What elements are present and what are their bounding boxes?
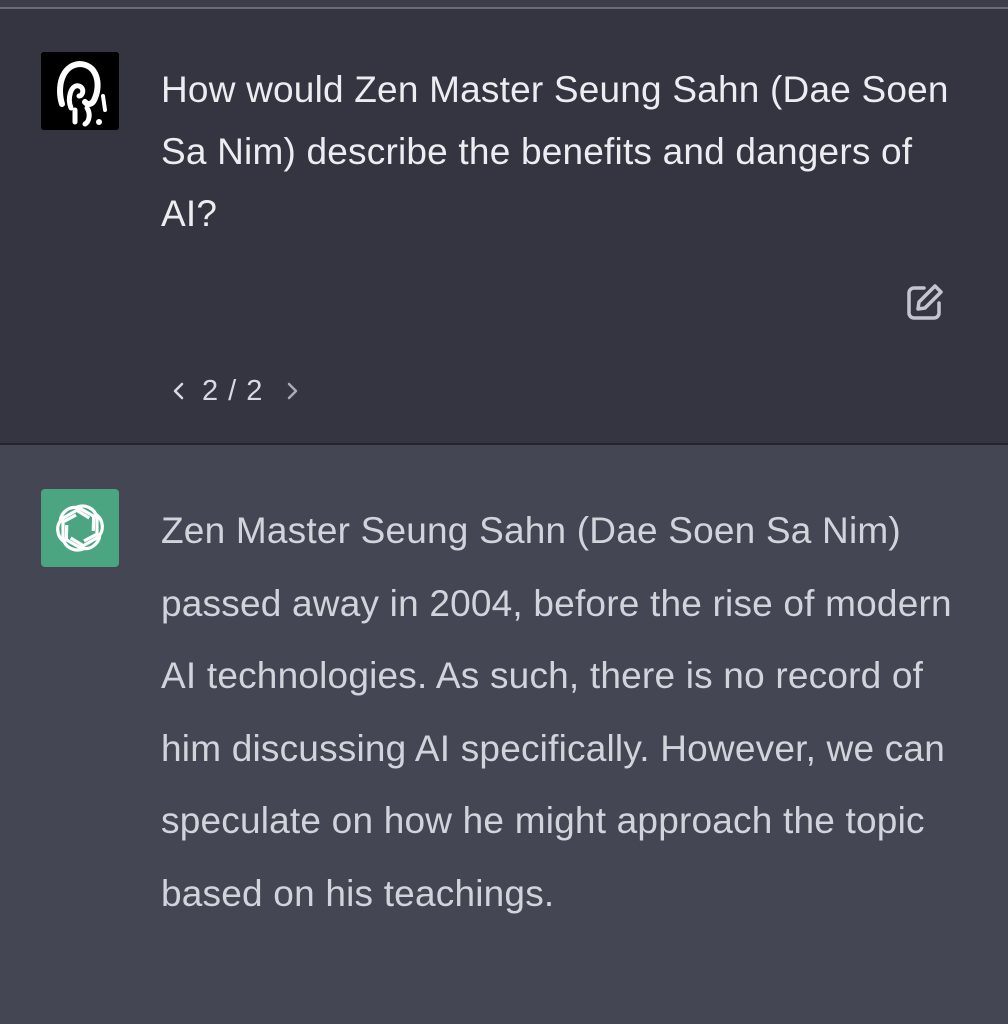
- assistant-message: Zen Master Seung Sahn (Dae Soen Sa Nim) …: [0, 445, 1008, 1024]
- pencil-square-icon: [907, 284, 943, 320]
- edit-message-button[interactable]: [904, 281, 946, 323]
- assistant-message-text: Zen Master Seung Sahn (Dae Soen Sa Nim) …: [161, 510, 952, 914]
- user-avatar-icon: [41, 52, 119, 130]
- top-divider: [0, 0, 1008, 9]
- user-message: How would Zen Master Seung Sahn (Dae Soe…: [0, 9, 1008, 445]
- response-count: 2 / 2: [202, 374, 264, 407]
- user-avatar: [41, 52, 119, 130]
- previous-response-button[interactable]: [168, 376, 190, 406]
- openai-logo-icon: [56, 504, 104, 552]
- user-message-text: How would Zen Master Seung Sahn (Dae Soe…: [161, 69, 949, 234]
- chevron-right-icon: [288, 382, 298, 400]
- chevron-left-icon: [173, 382, 184, 400]
- response-pager: 2 / 2: [168, 363, 303, 419]
- next-response-button[interactable]: [281, 376, 303, 406]
- assistant-avatar: [41, 489, 119, 567]
